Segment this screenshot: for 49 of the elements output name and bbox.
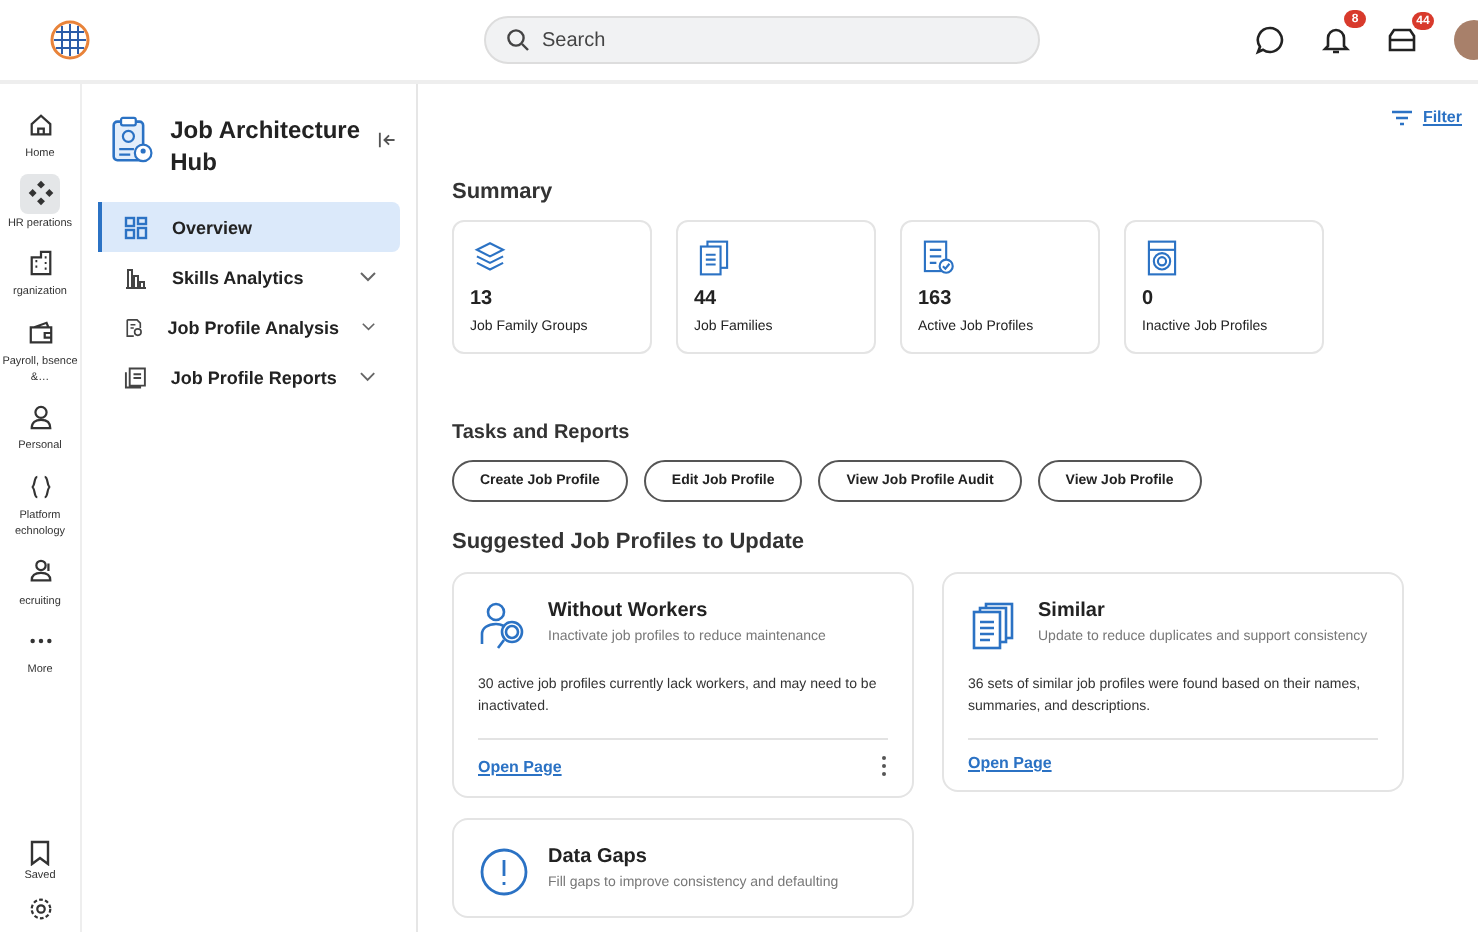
hub-title: Job Architecture Hub [170, 114, 362, 179]
search-icon [506, 28, 530, 52]
building-icon [27, 249, 53, 276]
chevron-down-icon [360, 372, 376, 383]
stacked-documents-icon [124, 365, 147, 390]
nav-item[interactable]: Job Profile Reports [98, 352, 400, 403]
bar-chart-icon [124, 265, 148, 290]
summary-count: 13 [470, 288, 495, 310]
settings-icon[interactable] [27, 896, 53, 922]
grid-icon [124, 215, 148, 240]
wallet-icon [27, 319, 53, 346]
card-title: Similar [1038, 600, 1107, 622]
nav-item[interactable]: Skills Analytics [98, 252, 400, 303]
braces-icon [27, 473, 53, 500]
document-search-icon [124, 315, 144, 340]
chevron-down-icon [362, 322, 376, 333]
summary-count: 0 [1142, 288, 1156, 310]
section-heading: Tasks and Reports [452, 422, 632, 444]
bell-icon[interactable] [1322, 24, 1350, 56]
layers-icon [470, 240, 510, 276]
checklist-icon [918, 240, 958, 276]
section-heading: Summary [452, 180, 555, 204]
search-field[interactable]: Search [484, 16, 1040, 64]
inbox-icon[interactable] [1386, 26, 1418, 54]
people-icon [27, 558, 53, 584]
globe-logo-icon[interactable] [50, 20, 90, 60]
filter-icon [1392, 109, 1413, 125]
clipboard-person-icon [110, 114, 155, 166]
collapse-panel-icon[interactable] [377, 130, 396, 150]
chat-bubble-icon[interactable] [1254, 24, 1286, 56]
open-page-link[interactable]: Open Page [968, 754, 1052, 772]
person-icon [27, 403, 53, 430]
card-title: Data Gaps [548, 846, 649, 868]
summary-count: 163 [918, 288, 954, 310]
documents-icon [694, 240, 734, 276]
chevron-down-icon [360, 272, 376, 283]
diamond-dots-icon [27, 180, 53, 207]
exclamation-circle-icon [478, 846, 530, 898]
nav-item[interactable]: Job Profile Analysis [98, 302, 400, 353]
home-icon [27, 111, 53, 137]
nav-item[interactable]: Overview [98, 202, 400, 253]
more-options-icon[interactable] [880, 754, 888, 778]
washing-machine-icon [1142, 240, 1182, 276]
card-title: Without Workers [548, 600, 710, 622]
filter-link[interactable]: Filter [1392, 108, 1462, 126]
summary-count: 44 [694, 288, 719, 310]
open-page-link[interactable]: Open Page [478, 757, 562, 775]
bookmark-icon [28, 840, 52, 867]
section-heading: Suggested Job Profiles to Update [452, 530, 807, 554]
